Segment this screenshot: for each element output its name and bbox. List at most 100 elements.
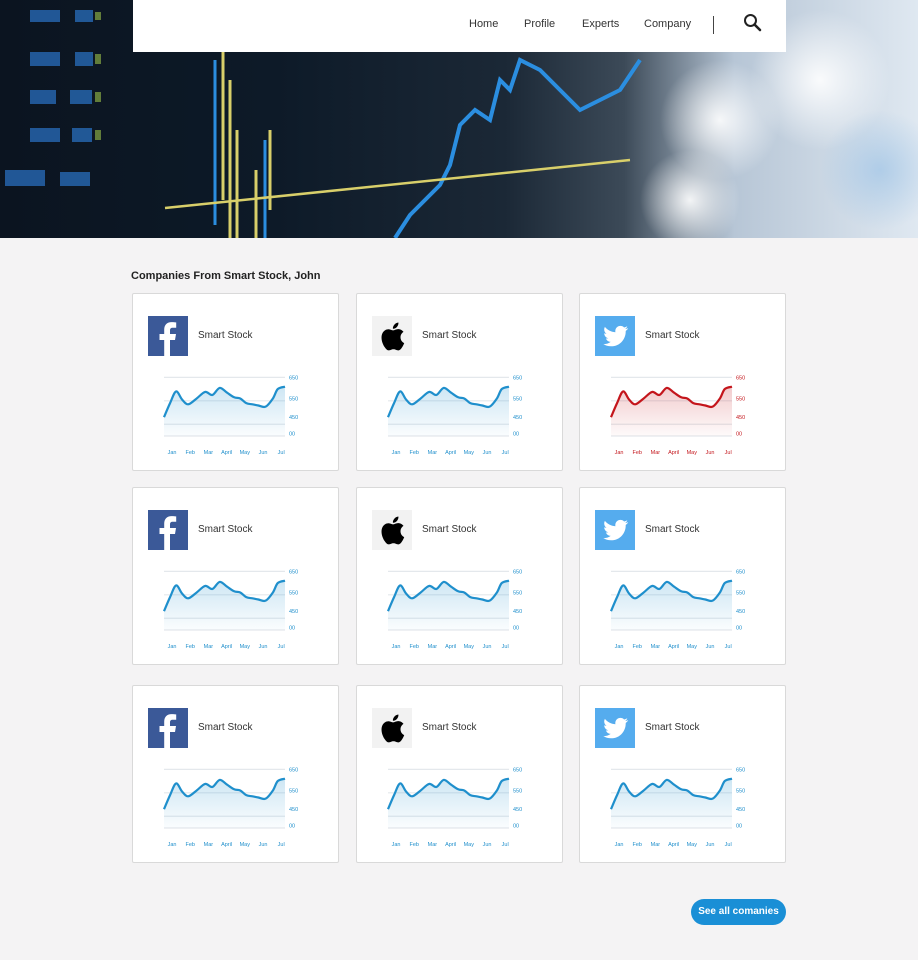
x-tick-label: April [668, 842, 679, 848]
x-tick-label: April [445, 644, 456, 650]
y-tick-label: 00 [289, 824, 295, 830]
x-tick-label: Jul [278, 450, 285, 456]
x-tick-label: Feb [409, 644, 418, 650]
x-tick-label: May [240, 842, 251, 848]
nav-home-link[interactable]: Home [469, 18, 498, 30]
company-card-apple[interactable]: Smart Stock 650 550 450 00 Jan Feb Mar April May J… [356, 293, 563, 471]
x-tick-label: April [445, 842, 456, 848]
stock-line-chart: 650 550 450 00 Jan Feb Mar April May Jun Jul [386, 569, 522, 650]
company-name: Smart Stock [198, 330, 253, 341]
x-tick-label: April [221, 842, 232, 848]
chart-area-fill [164, 580, 285, 630]
company-card-twitter[interactable]: Smart Stock 650 550 450 00 Jan Feb Mar April May J… [579, 487, 786, 665]
y-tick-label: 00 [513, 626, 519, 632]
y-tick-label: 00 [513, 432, 519, 438]
x-tick-label: Jul [502, 450, 509, 456]
see-all-companies-button[interactable]: See all comanies [691, 899, 786, 925]
nav-experts-link[interactable]: Experts [582, 18, 619, 30]
company-card-twitter[interactable]: Smart Stock 650 550 450 00 Jan Feb Mar April May J… [579, 685, 786, 863]
search-icon[interactable] [743, 13, 763, 33]
y-tick-label: 550 [513, 396, 522, 402]
stock-line-chart: 650 550 450 00 Jan Feb Mar April May Jun Jul [162, 569, 298, 650]
y-tick-label: 650 [289, 767, 298, 773]
x-tick-label: Jun [483, 644, 492, 650]
y-tick-label: 450 [513, 807, 522, 813]
company-card-facebook[interactable]: Smart Stock 650 550 450 00 Jan Feb Mar April May J… [132, 685, 339, 863]
x-tick-label: April [668, 450, 679, 456]
x-tick-label: April [668, 644, 679, 650]
y-tick-label: 550 [289, 788, 298, 794]
x-tick-label: May [687, 644, 698, 650]
x-tick-label: Jun [706, 644, 715, 650]
x-tick-label: Mar [428, 450, 438, 456]
chart-area-fill [388, 386, 509, 436]
x-tick-label: May [687, 842, 698, 848]
y-tick-label: 450 [289, 415, 298, 421]
y-tick-label: 550 [513, 590, 522, 596]
x-tick-label: May [464, 450, 475, 456]
facebook-logo-icon [148, 708, 188, 748]
stock-line-chart: 650 550 450 00 Jan Feb Mar April May Jun Jul [609, 375, 745, 456]
x-tick-label: Feb [632, 644, 641, 650]
twitter-logo-icon [595, 708, 635, 748]
y-tick-label: 00 [513, 824, 519, 830]
twitter-logo-icon [595, 510, 635, 550]
chart-area-fill [611, 386, 732, 436]
company-card-facebook[interactable]: Smart Stock 650 550 450 00 Jan Feb Mar April May J… [132, 293, 339, 471]
x-tick-label: Jan [168, 644, 177, 650]
y-tick-label: 650 [289, 569, 298, 575]
section-title: Companies From Smart Stock, John [131, 270, 321, 282]
x-tick-label: Feb [409, 450, 418, 456]
y-tick-label: 450 [736, 609, 745, 615]
company-card-apple[interactable]: Smart Stock 650 550 450 00 Jan Feb Mar April May J… [356, 487, 563, 665]
company-name: Smart Stock [422, 330, 477, 341]
x-tick-label: Jan [615, 450, 624, 456]
company-name: Smart Stock [645, 722, 700, 733]
y-tick-label: 650 [513, 375, 522, 381]
stock-line-chart: 650 550 450 00 Jan Feb Mar April May Jun Jul [609, 569, 745, 650]
y-tick-label: 650 [736, 569, 745, 575]
x-tick-label: Jul [278, 644, 285, 650]
x-tick-label: Mar [204, 842, 214, 848]
y-tick-label: 00 [736, 824, 742, 830]
apple-logo-icon [372, 510, 412, 550]
chart-area-fill [388, 778, 509, 828]
x-tick-label: Feb [632, 450, 641, 456]
x-tick-label: Jul [725, 644, 732, 650]
x-tick-label: May [687, 450, 698, 456]
stock-line-chart: 650 550 450 00 Jan Feb Mar April May Jun Jul [609, 767, 745, 848]
x-tick-label: Mar [204, 450, 214, 456]
chart-area-fill [611, 580, 732, 630]
company-card-facebook[interactable]: Smart Stock 650 550 450 00 Jan Feb Mar April May J… [132, 487, 339, 665]
x-tick-label: Feb [409, 842, 418, 848]
company-card-twitter[interactable]: Smart Stock 650 550 450 00 Jan Feb Mar April May J… [579, 293, 786, 471]
stock-line-chart: 650 550 450 00 Jan Feb Mar April May Jun Jul [386, 375, 522, 456]
y-tick-label: 650 [513, 767, 522, 773]
chart-area-fill [388, 580, 509, 630]
nav-company-link[interactable]: Company [644, 18, 691, 30]
x-tick-label: Feb [185, 450, 194, 456]
company-card-apple[interactable]: Smart Stock 650 550 450 00 Jan Feb Mar April May J… [356, 685, 563, 863]
x-tick-label: Jun [706, 842, 715, 848]
x-tick-label: Jun [259, 450, 268, 456]
x-tick-label: April [221, 644, 232, 650]
y-tick-label: 00 [736, 626, 742, 632]
x-tick-label: May [464, 644, 475, 650]
y-tick-label: 00 [289, 626, 295, 632]
stock-line-chart: 650 550 450 00 Jan Feb Mar April May Jun Jul [162, 767, 298, 848]
nav-profile-link[interactable]: Profile [524, 18, 555, 30]
y-tick-label: 650 [736, 375, 745, 381]
x-tick-label: Jan [168, 842, 177, 848]
apple-logo-icon [372, 708, 412, 748]
x-tick-label: Jan [615, 644, 624, 650]
x-tick-label: Jan [168, 450, 177, 456]
x-tick-label: April [221, 450, 232, 456]
x-tick-label: Mar [651, 842, 661, 848]
x-tick-label: Jun [259, 842, 268, 848]
facebook-logo-icon [148, 510, 188, 550]
stock-line-chart: 650 550 450 00 Jan Feb Mar April May Jun Jul [162, 375, 298, 456]
x-tick-label: May [464, 842, 475, 848]
x-tick-label: Mar [651, 450, 661, 456]
y-tick-label: 650 [513, 569, 522, 575]
x-tick-label: Jun [259, 644, 268, 650]
